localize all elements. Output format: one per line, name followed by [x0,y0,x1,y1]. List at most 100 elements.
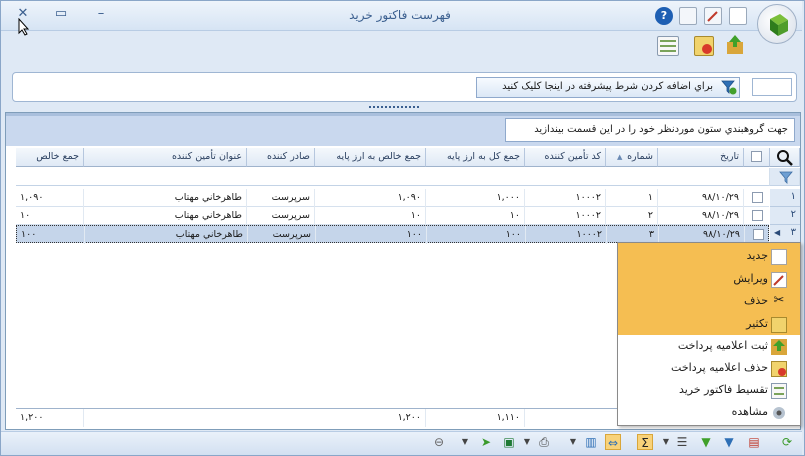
row-checkbox[interactable] [752,192,763,203]
menu-item-new-label: جديد [746,249,768,262]
cell-date: ٩٨/١٠/٢٩ [658,189,744,207]
export-icon[interactable] [725,34,745,56]
installment-icon [771,383,787,399]
row-indicator[interactable]: ٢ [770,207,800,225]
send-icon[interactable]: ➤ [478,434,494,450]
export-dropdown-icon[interactable]: ▼ [519,434,535,450]
excel-icon[interactable]: ▣ [501,434,517,450]
cell-net-total: ١,٠٩٠ [315,189,426,207]
cell-supplier-code: ١٠٠٠٢ [525,207,606,225]
print-dropdown-icon[interactable]: ▼ [565,434,581,450]
help-icon[interactable]: ? [655,7,673,25]
select-all-checkbox[interactable] [751,151,762,162]
invoice-delete-icon[interactable] [694,36,714,56]
menu-item-delete-payment-notice-label: حذف اعلاميه پرداخت [671,361,768,374]
group-icon[interactable]: ☰ [674,434,690,450]
cell-date: ٩٨/١٠/٢٩ [658,207,744,225]
edit-icon[interactable] [704,7,722,25]
grid-search-header[interactable] [770,148,800,167]
menu-item-duplicate-label: تکثير [746,317,768,330]
add-filter-condition-button[interactable]: براي اضافه کردن شرط پيشرفته در اينجا کلي… [476,77,740,98]
refresh-icon[interactable]: ⟳ [779,434,795,450]
column-header-date[interactable]: تاريخ [658,148,744,167]
column-header-total[interactable]: جمع کل به ارز پايه [426,148,525,167]
edit-icon [771,272,787,288]
mouse-cursor-icon [18,18,30,36]
cell-issuer: سرپرست [248,226,316,244]
splitter-handle[interactable] [369,106,419,110]
options-dropdown-icon[interactable]: ▼ [457,434,473,450]
column-header-issuer[interactable]: صادر کننده [247,148,315,167]
grid-layout-icon[interactable]: ▥ [583,434,599,450]
auto-filter-row[interactable] [16,168,770,186]
delete-payment-notice-icon [771,361,787,377]
maximize-icon[interactable]: ▭ [53,6,69,22]
cell-net: ١,٠٩٠ [16,189,84,207]
cell-supplier: طاهرخاني مهتاب [84,207,247,225]
column-header-net[interactable]: جمع خالص [16,148,84,167]
row-indicator[interactable]: ١ [770,189,800,207]
filter-icon[interactable]: ▼ [721,434,737,450]
menu-item-installment-invoice-label: تقسيط فاکتور خريد [678,383,768,396]
cell-net-total: ١٠ [315,207,426,225]
cell-net: ١٠٠ [17,226,85,244]
row-checkbox[interactable] [752,210,763,221]
print-icon[interactable]: ⎙ [536,434,552,450]
row-indicator-number: ٣ [790,227,796,238]
minimize-icon[interactable]: – [93,6,109,22]
cell-supplier: طاهرخاني مهتاب [85,226,248,244]
window-title: فهرست فاكتور خريد [349,8,451,22]
new-icon [771,249,787,265]
cell-total: ١,٠٠٠ [426,189,525,207]
columns-chooser-icon[interactable]: ▤ [746,434,762,450]
group-by-hint-text: جهت گروهبندي ستون موردنظر خود را در اين … [534,124,788,135]
cell-supplier: طاهرخاني مهتاب [84,189,247,207]
cell-supplier-code: ١٠٠٠٢ [525,189,606,207]
cell-total: ١٠ [426,207,525,225]
menu-item-delete-label: حذف [744,294,768,307]
cell-net: ١٠ [16,207,84,225]
filter-add-icon [721,80,737,95]
menu-item-edit-label: ويرايش [733,272,768,285]
footer-net: ١,٢٠٠ [16,409,84,427]
add-filter-condition-label: براي اضافه کردن شرط پيشرفته در اينجا کلي… [502,81,713,92]
calculator-icon[interactable] [657,36,679,56]
table-row-selected[interactable]: ٩٨/١٠/٢٩ ٣ ١٠٠٠٢ ١٠٠ ١٠٠ سرپرست طاهرخاني… [16,225,769,244]
column-header-number[interactable]: شماره [606,148,658,167]
cell-net-total: ١٠٠ [316,226,427,244]
footer-total: ١,١١٠ [426,409,525,427]
filter-side-box[interactable] [752,78,792,96]
column-header-net-total[interactable]: جمع خالص به ارز پايه [315,148,426,167]
delete-icon: ✂ [773,293,785,308]
cell-issuer: سرپرست [247,189,315,207]
cell-number: ٢ [606,207,658,225]
row-checkbox[interactable] [753,229,764,240]
select-all-header[interactable] [744,148,770,167]
duplicate-icon [771,317,787,333]
copy-icon[interactable] [679,7,697,25]
payment-notice-icon [771,339,787,355]
menu-item-view-label: مشاهده [731,405,768,418]
filter-editor-icon[interactable]: ▼ [698,434,714,450]
cell-issuer: سرپرست [247,207,315,225]
cell-total: ١٠٠ [427,226,526,244]
table-row[interactable]: ٩٨/١٠/٢٩ ٢ ١٠٠٠٢ ١٠ ١٠ سرپرست طاهرخاني م… [16,207,769,225]
dropdown-arrow-icon[interactable]: ▼ [658,434,674,450]
column-header-supplier[interactable]: عنوان تأمين کننده [84,148,247,167]
filter-row-indicator[interactable] [770,168,800,186]
column-header-supplier-code[interactable]: کد تأمين کننده [525,148,606,167]
table-row[interactable]: ٩٨/١٠/٢٩ ١ ١٠٠٠٢ ١,٠٠٠ ١,٠٩٠ سرپرست طاهر… [16,189,769,207]
menu-item-register-payment-notice-label: ثبت اعلاميه پرداخت [677,339,768,352]
new-document-icon[interactable] [729,7,747,25]
view-icon [771,405,787,421]
footer-net-total: ١,٢٠٠ [315,409,426,427]
sum-icon[interactable]: Σ [637,434,653,450]
cell-number: ١ [606,189,658,207]
fit-width-icon[interactable]: ⇔ [605,434,621,450]
sort-ascending-icon: ▲ [617,153,623,161]
current-row-arrow-icon: ◀ [774,228,781,237]
cell-supplier-code: ١٠٠٠٢ [526,226,607,244]
group-by-hint: جهت گروهبندي ستون موردنظر خود را در اين … [505,118,795,142]
app-logo-icon[interactable] [757,4,797,44]
disabled-circle-icon[interactable]: ⊖ [431,434,447,450]
